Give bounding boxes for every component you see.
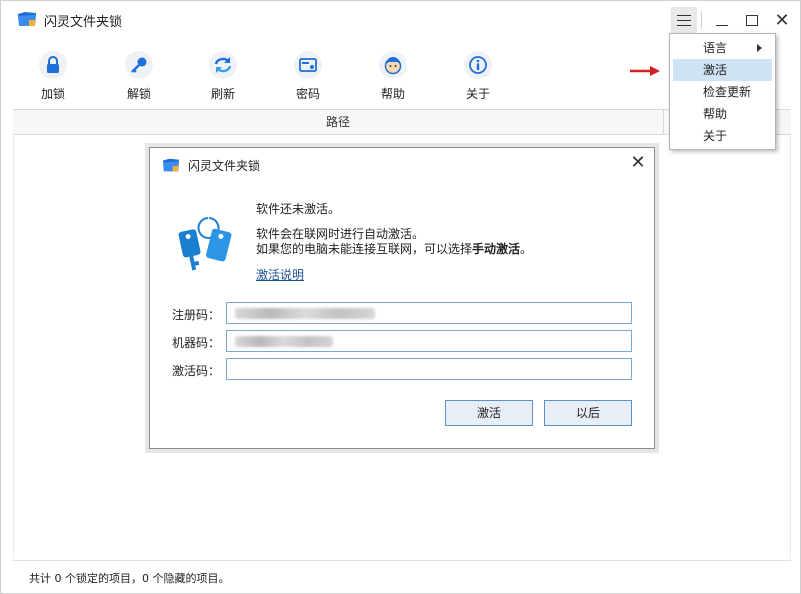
key-icon	[125, 51, 153, 79]
lock-button[interactable]: 加锁	[25, 45, 81, 102]
dialog-close-button[interactable]: ✕	[627, 152, 649, 174]
minimize-button[interactable]	[709, 7, 735, 33]
close-icon: ✕	[630, 152, 646, 173]
menu-item-activate-label: 激活	[703, 63, 728, 77]
status-text: 共计 0 个锁定的项目，0 个隐藏的项目。	[29, 572, 230, 585]
password-card-icon	[294, 51, 322, 79]
machine-code-label: 机器码：	[172, 336, 221, 350]
submenu-arrow-icon	[757, 44, 762, 52]
lock-icon	[39, 51, 67, 79]
registration-code-label: 注册码：	[172, 308, 221, 322]
activation-code-input[interactable]	[226, 358, 632, 380]
password-button[interactable]: 密码	[280, 45, 336, 102]
manual-activate-message: 如果您的电脑未能连接互联网，可以选择手动激活。	[256, 240, 532, 257]
menu-button[interactable]	[671, 7, 697, 33]
about-button[interactable]: 关于	[450, 45, 506, 102]
close-icon: ✕	[774, 9, 790, 31]
title-separator	[701, 11, 702, 29]
red-annotation-arrow-right-icon	[630, 66, 660, 76]
about-label: 关于	[465, 87, 490, 101]
activate-button[interactable]: 激活	[445, 400, 533, 426]
app-title: 闪灵文件夹锁	[44, 15, 123, 30]
status-bar: 共计 0 个锁定的项目，0 个隐藏的项目。	[13, 560, 791, 590]
password-label: 密码	[295, 87, 320, 101]
menu-item-activate[interactable]: 激活	[673, 59, 772, 81]
minimize-icon	[716, 24, 728, 26]
manual-activate-prefix: 如果您的电脑未能连接互联网，可以选择	[256, 242, 473, 256]
blurred-value	[235, 308, 375, 319]
folder-lock-logo-icon	[18, 12, 36, 26]
menu-item-language[interactable]: 语言	[673, 37, 772, 59]
help-button[interactable]: 帮助	[365, 45, 421, 102]
hamburger-icon	[677, 14, 691, 26]
help-label: 帮助	[380, 87, 405, 101]
machine-code-field[interactable]	[226, 330, 632, 352]
help-face-icon	[379, 51, 407, 79]
registration-code-field[interactable]	[226, 302, 632, 324]
title-bar: 闪灵文件夹锁 ✕	[1, 1, 800, 37]
menu-item-help[interactable]: 帮助	[673, 103, 772, 125]
menu-item-about[interactable]: 关于	[673, 125, 772, 147]
unlock-label: 解锁	[126, 87, 151, 101]
unlock-button[interactable]: 解锁	[111, 45, 167, 102]
refresh-label: 刷新	[210, 87, 235, 101]
not-activated-message: 软件还未激活。	[256, 202, 341, 216]
close-button[interactable]: ✕	[769, 7, 795, 33]
path-column-header[interactable]: 路径	[13, 109, 663, 135]
main-menu-dropdown: 语言 激活 检查更新 帮助 关于	[669, 33, 776, 150]
activation-help-link[interactable]: 激活说明	[256, 266, 304, 283]
refresh-icon	[209, 51, 237, 79]
menu-item-about-label: 关于	[703, 129, 728, 143]
menu-item-check-update-label: 检查更新	[703, 85, 752, 99]
manual-activate-bold: 手动激活	[472, 242, 521, 256]
maximize-button[interactable]	[739, 7, 765, 33]
dialog-title: 闪灵文件夹锁	[188, 159, 261, 173]
manual-activate-suffix: 。	[520, 242, 533, 256]
folder-lock-logo-icon	[163, 158, 179, 172]
lock-label: 加锁	[40, 87, 65, 101]
maximize-icon	[746, 14, 758, 26]
refresh-button[interactable]: 刷新	[195, 45, 251, 102]
blurred-value	[235, 336, 333, 347]
keys-illustration-icon	[178, 217, 232, 271]
menu-item-help-label: 帮助	[703, 107, 728, 121]
info-icon	[464, 51, 492, 79]
activation-code-label: 激活码：	[172, 364, 221, 378]
menu-item-language-label: 语言	[703, 41, 728, 55]
activation-dialog: 闪灵文件夹锁 ✕ 软件还未激活。 软件会在联网时进行自动激活。 如果您的电脑未能…	[149, 147, 655, 449]
menu-item-check-update[interactable]: 检查更新	[673, 81, 772, 103]
later-button[interactable]: 以后	[544, 400, 632, 426]
